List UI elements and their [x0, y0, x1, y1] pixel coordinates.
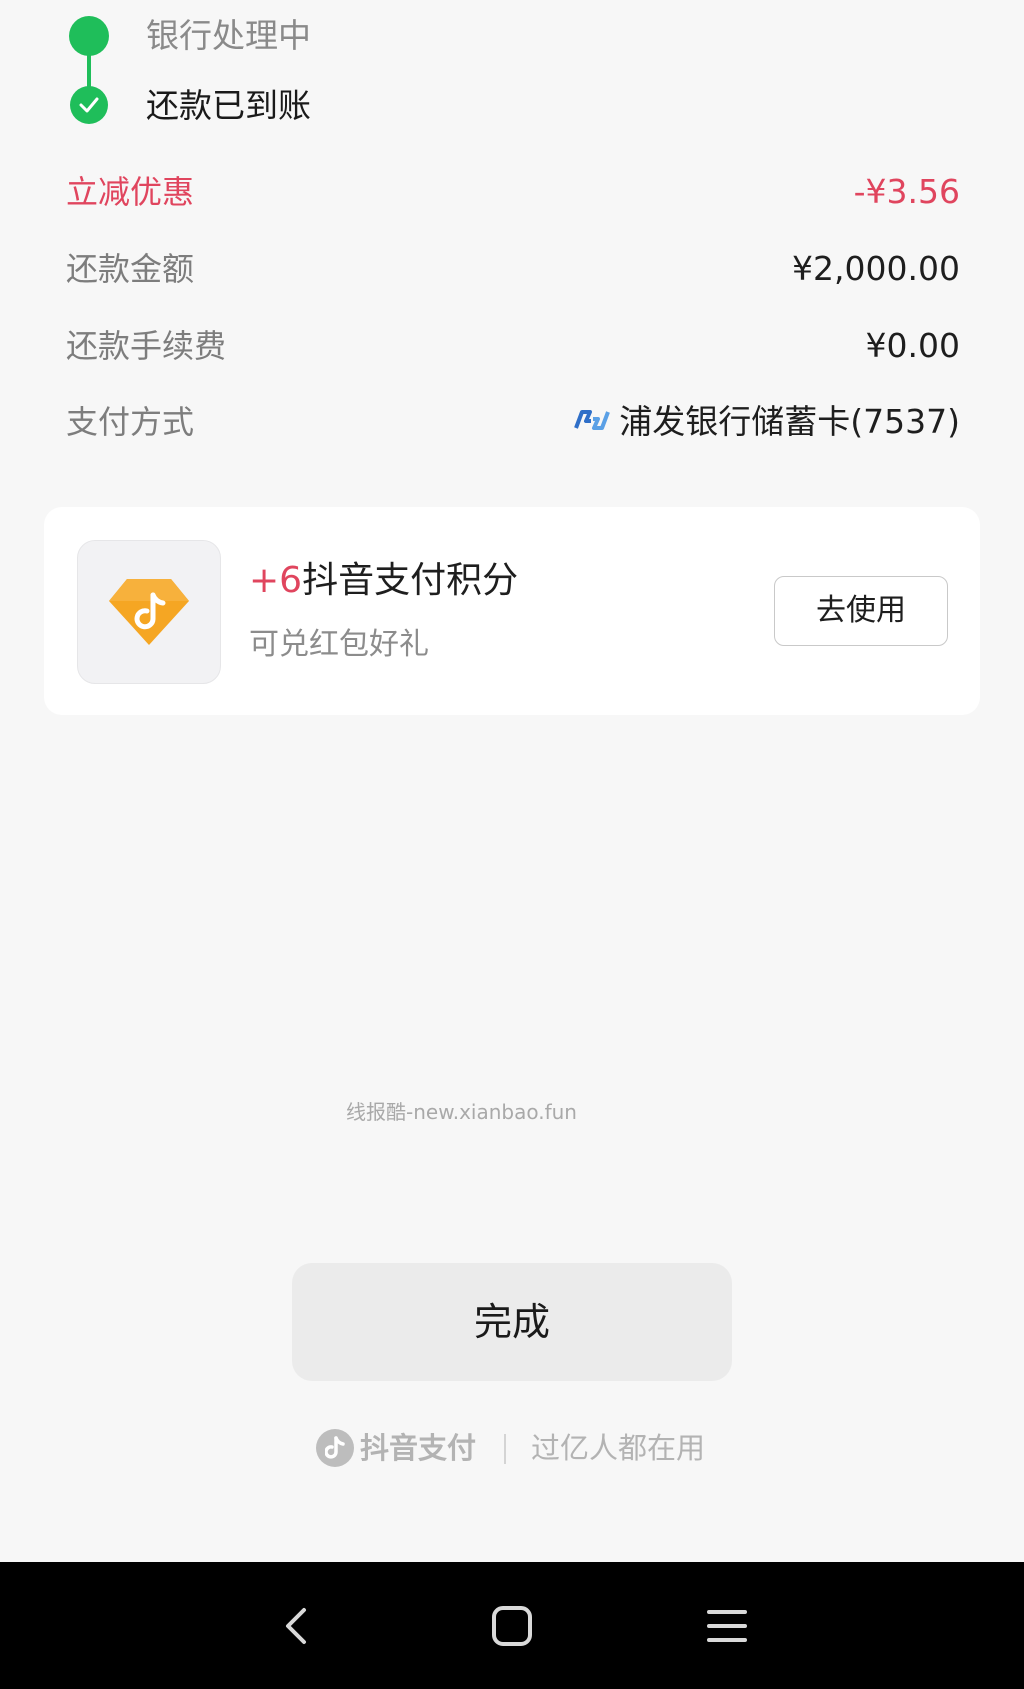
points-title: +6抖音支付积分 [249, 559, 518, 603]
spdb-bank-logo-icon [573, 399, 611, 443]
douyin-pay-points-icon [77, 540, 221, 684]
system-nav-bar [0, 1562, 1024, 1689]
discount-value: -¥3.56 [853, 172, 960, 211]
progress-timeline: 银行处理中 还款已到账 [68, 16, 468, 126]
brand-divider [504, 1434, 506, 1464]
amount-row: 还款金额 ¥2,000.00 [66, 247, 960, 291]
amount-value: ¥2,000.00 [792, 249, 960, 288]
brand-slogan: 过亿人都在用 [531, 1431, 706, 1465]
discount-row: 立减优惠 -¥3.56 [66, 170, 960, 214]
payment-method-value: 浦发银行储蓄卡(7537) [573, 400, 960, 444]
discount-label: 立减优惠 [66, 173, 195, 211]
fee-value: ¥0.00 [865, 326, 960, 365]
payment-method-text: 浦发银行储蓄卡(7537) [619, 402, 960, 441]
payment-method-label: 支付方式 [66, 403, 195, 441]
done-button[interactable]: 完成 [292, 1263, 732, 1381]
brand-name: 抖音支付 [360, 1431, 477, 1465]
back-icon[interactable] [268, 1596, 328, 1656]
menu-icon[interactable] [697, 1596, 757, 1656]
step-dot-icon [69, 16, 109, 56]
watermark-text: 线报酷-new.xianbao.fun [346, 1100, 577, 1124]
fee-label: 还款手续费 [66, 327, 227, 365]
points-subtitle: 可兑红包好礼 [249, 627, 429, 662]
home-icon[interactable] [482, 1596, 542, 1656]
fee-row: 还款手续费 ¥0.00 [66, 324, 960, 368]
amount-label: 还款金额 [66, 250, 195, 288]
use-points-button[interactable]: 去使用 [774, 576, 948, 646]
points-card: +6抖音支付积分 可兑红包好礼 去使用 [44, 507, 980, 715]
check-circle-icon [70, 86, 108, 124]
douyin-logo-icon [316, 1429, 354, 1467]
points-amount: +6 [249, 560, 303, 601]
payment-method-row: 支付方式 浦发银行储蓄卡(7537) [66, 400, 960, 444]
points-label: 抖音支付积分 [302, 560, 519, 601]
step-bank-processing: 银行处理中 [146, 16, 311, 55]
step-repayment-arrived: 还款已到账 [146, 86, 311, 125]
